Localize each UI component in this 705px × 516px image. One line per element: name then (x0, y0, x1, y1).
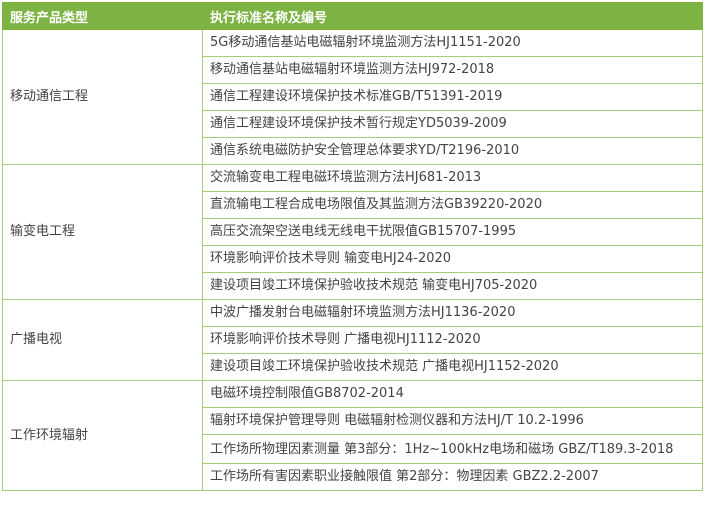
standard-cell: 移动通信基站电磁辐射环境监测方法HJ972-2018 (202, 56, 703, 84)
category-cell: 广播电视 (2, 299, 203, 381)
standard-cell: 环境影响评价技术导则 广播电视HJ1112-2020 (202, 326, 703, 354)
standard-cell: 环境影响评价技术导则 输变电HJ24-2020 (202, 245, 703, 273)
table-row: 广播电视 中波广播发射台电磁辐射环境监测方法HJ1136-2020 (2, 299, 703, 381)
standard-cell: 电磁环境控制限值GB8702-2014 (202, 380, 703, 408)
table-body: 移动通信工程 5G移动通信基站电磁辐射环境监测方法HJ1151-2020 移动通… (2, 29, 703, 491)
standard-cell: 高压交流架空送电线无线电干扰限值GB15707-1995 (202, 218, 703, 246)
table-row: 工作环境辐射 电磁环境控制限值GB8702-2014 (2, 380, 703, 491)
standard-cell: 辐射环境保护管理导则 电磁辐射检测仪器和方法HJ/T 10.2-1996 (202, 407, 703, 435)
standard-cell: 交流输变电工程电磁环境监测方法HJ681-2013 (202, 164, 703, 192)
standard-cell: 建设项目竣工环境保护验收技术规范 输变电HJ705-2020 (202, 272, 703, 300)
header-standard: 执行标准名称及编号 (202, 2, 703, 30)
standards-table: 服务产品类型 执行标准名称及编号 移动通信工程 5G移动通信基站电磁辐射环境监测… (2, 2, 703, 491)
standard-cell: 中波广播发射台电磁辐射环境监测方法HJ1136-2020 (202, 299, 703, 327)
standard-cell: 工作场所有害因素职业接触限值 第2部分：物理因素 GBZ2.2-2007 (202, 463, 703, 491)
standard-cell: 5G移动通信基站电磁辐射环境监测方法HJ1151-2020 (202, 29, 703, 57)
standard-cell: 通信工程建设环境保护技术标准GB/T51391-2019 (202, 83, 703, 111)
standard-cell: 工作场所物理因素测量 第3部分：1Hz~100kHz电场和磁场 GBZ/T189… (202, 434, 703, 464)
category-cell: 工作环境辐射 (2, 380, 203, 491)
header-category: 服务产品类型 (2, 2, 203, 30)
header-row: 服务产品类型 执行标准名称及编号 (2, 2, 703, 30)
standard-cell: 直流输电工程合成电场限值及其监测方法GB39220-2020 (202, 191, 703, 219)
standard-cell: 建设项目竣工环境保护验收技术规范 广播电视HJ1152-2020 (202, 353, 703, 381)
table-row: 移动通信工程 5G移动通信基站电磁辐射环境监测方法HJ1151-2020 (2, 29, 703, 165)
standard-cell: 通信工程建设环境保护技术暂行规定YD5039-2009 (202, 110, 703, 138)
standard-cell: 通信系统电磁防护安全管理总体要求YD/T2196-2010 (202, 137, 703, 165)
category-cell: 移动通信工程 (2, 29, 203, 165)
category-cell: 输变电工程 (2, 164, 203, 300)
table-row: 输变电工程 交流输变电工程电磁环境监测方法HJ681-2013 (2, 164, 703, 300)
